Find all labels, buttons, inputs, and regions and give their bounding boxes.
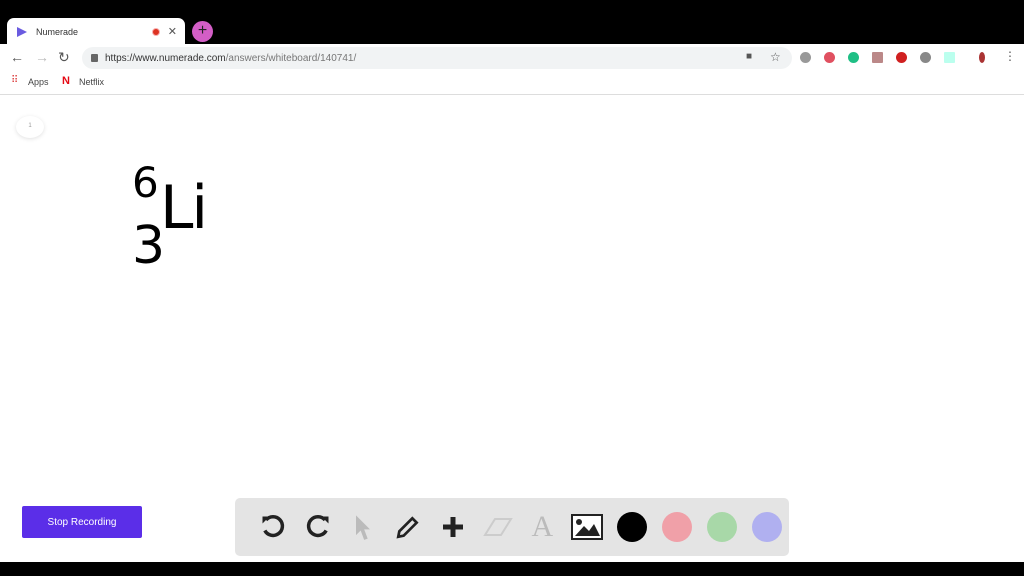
browser-tab[interactable]: Numerade ✕	[7, 18, 185, 45]
url-path: /answers/whiteboard/140741/	[225, 52, 357, 64]
close-tab-icon[interactable]: ✕	[168, 25, 177, 38]
pointer-icon[interactable]	[341, 507, 386, 547]
reload-icon[interactable]: ↻	[58, 49, 70, 66]
screen-extension-icon[interactable]	[944, 52, 955, 63]
back-icon[interactable]: ←	[10, 49, 24, 65]
stop-recording-button[interactable]: Stop Recording	[22, 506, 142, 538]
numerade-logo-icon	[17, 26, 27, 37]
shield-extension-icon[interactable]	[824, 52, 835, 63]
recording-indicator-icon	[151, 27, 160, 36]
bookmark-apps[interactable]: Apps	[28, 77, 49, 87]
extension-icon[interactable]	[920, 52, 931, 63]
new-tab-button[interactable]: +	[192, 21, 213, 42]
handwriting: 6 3 Li	[128, 160, 218, 280]
text-icon[interactable]: A	[520, 507, 565, 547]
page-number[interactable]: 1	[16, 116, 44, 138]
tab-bar: Numerade ✕ +	[0, 0, 1024, 45]
bottom-bar	[0, 562, 1024, 576]
camera-icon[interactable]: ■	[746, 51, 752, 62]
eraser-icon[interactable]	[475, 507, 520, 547]
apps-grid-icon: ⠿	[11, 75, 19, 86]
tab-title: Numerade	[36, 26, 79, 37]
color-green[interactable]	[699, 507, 744, 547]
forward-icon[interactable]: →	[35, 49, 49, 65]
handwriting-token: Li	[160, 173, 208, 243]
redo-icon[interactable]	[296, 507, 341, 547]
color-black[interactable]	[610, 507, 655, 547]
opera-extension-icon[interactable]	[896, 52, 907, 63]
pencil-icon[interactable]	[385, 507, 430, 547]
address-bar[interactable]: https://www.numerade.com/answers/whitebo…	[82, 47, 792, 69]
url-host: https://www.numerade.com	[105, 52, 226, 64]
lock-icon	[91, 54, 98, 62]
browser-toolbar: ← → ↻ https://www.numerade.com/answers/w…	[0, 44, 1024, 71]
image-icon[interactable]	[565, 507, 610, 547]
extension-icon[interactable]	[800, 52, 811, 63]
bookmark-netflix[interactable]: Netflix	[79, 77, 104, 87]
bookmark-star-icon[interactable]: ☆	[770, 50, 781, 64]
plus-icon[interactable]	[430, 507, 475, 547]
pdf-extension-icon[interactable]	[872, 52, 883, 63]
undo-icon[interactable]	[251, 507, 296, 547]
grammarly-icon[interactable]	[848, 52, 859, 63]
profile-icon[interactable]	[979, 52, 985, 63]
menu-icon[interactable]: ⋮	[1004, 49, 1016, 63]
color-blue[interactable]	[744, 507, 789, 547]
netflix-icon: N	[62, 75, 70, 87]
drawing-toolbar: A	[235, 498, 789, 556]
color-pink[interactable]	[654, 507, 699, 547]
bookmarks-bar: ⠿ Apps N Netflix	[0, 71, 1024, 95]
handwriting-token: 6	[132, 158, 159, 207]
